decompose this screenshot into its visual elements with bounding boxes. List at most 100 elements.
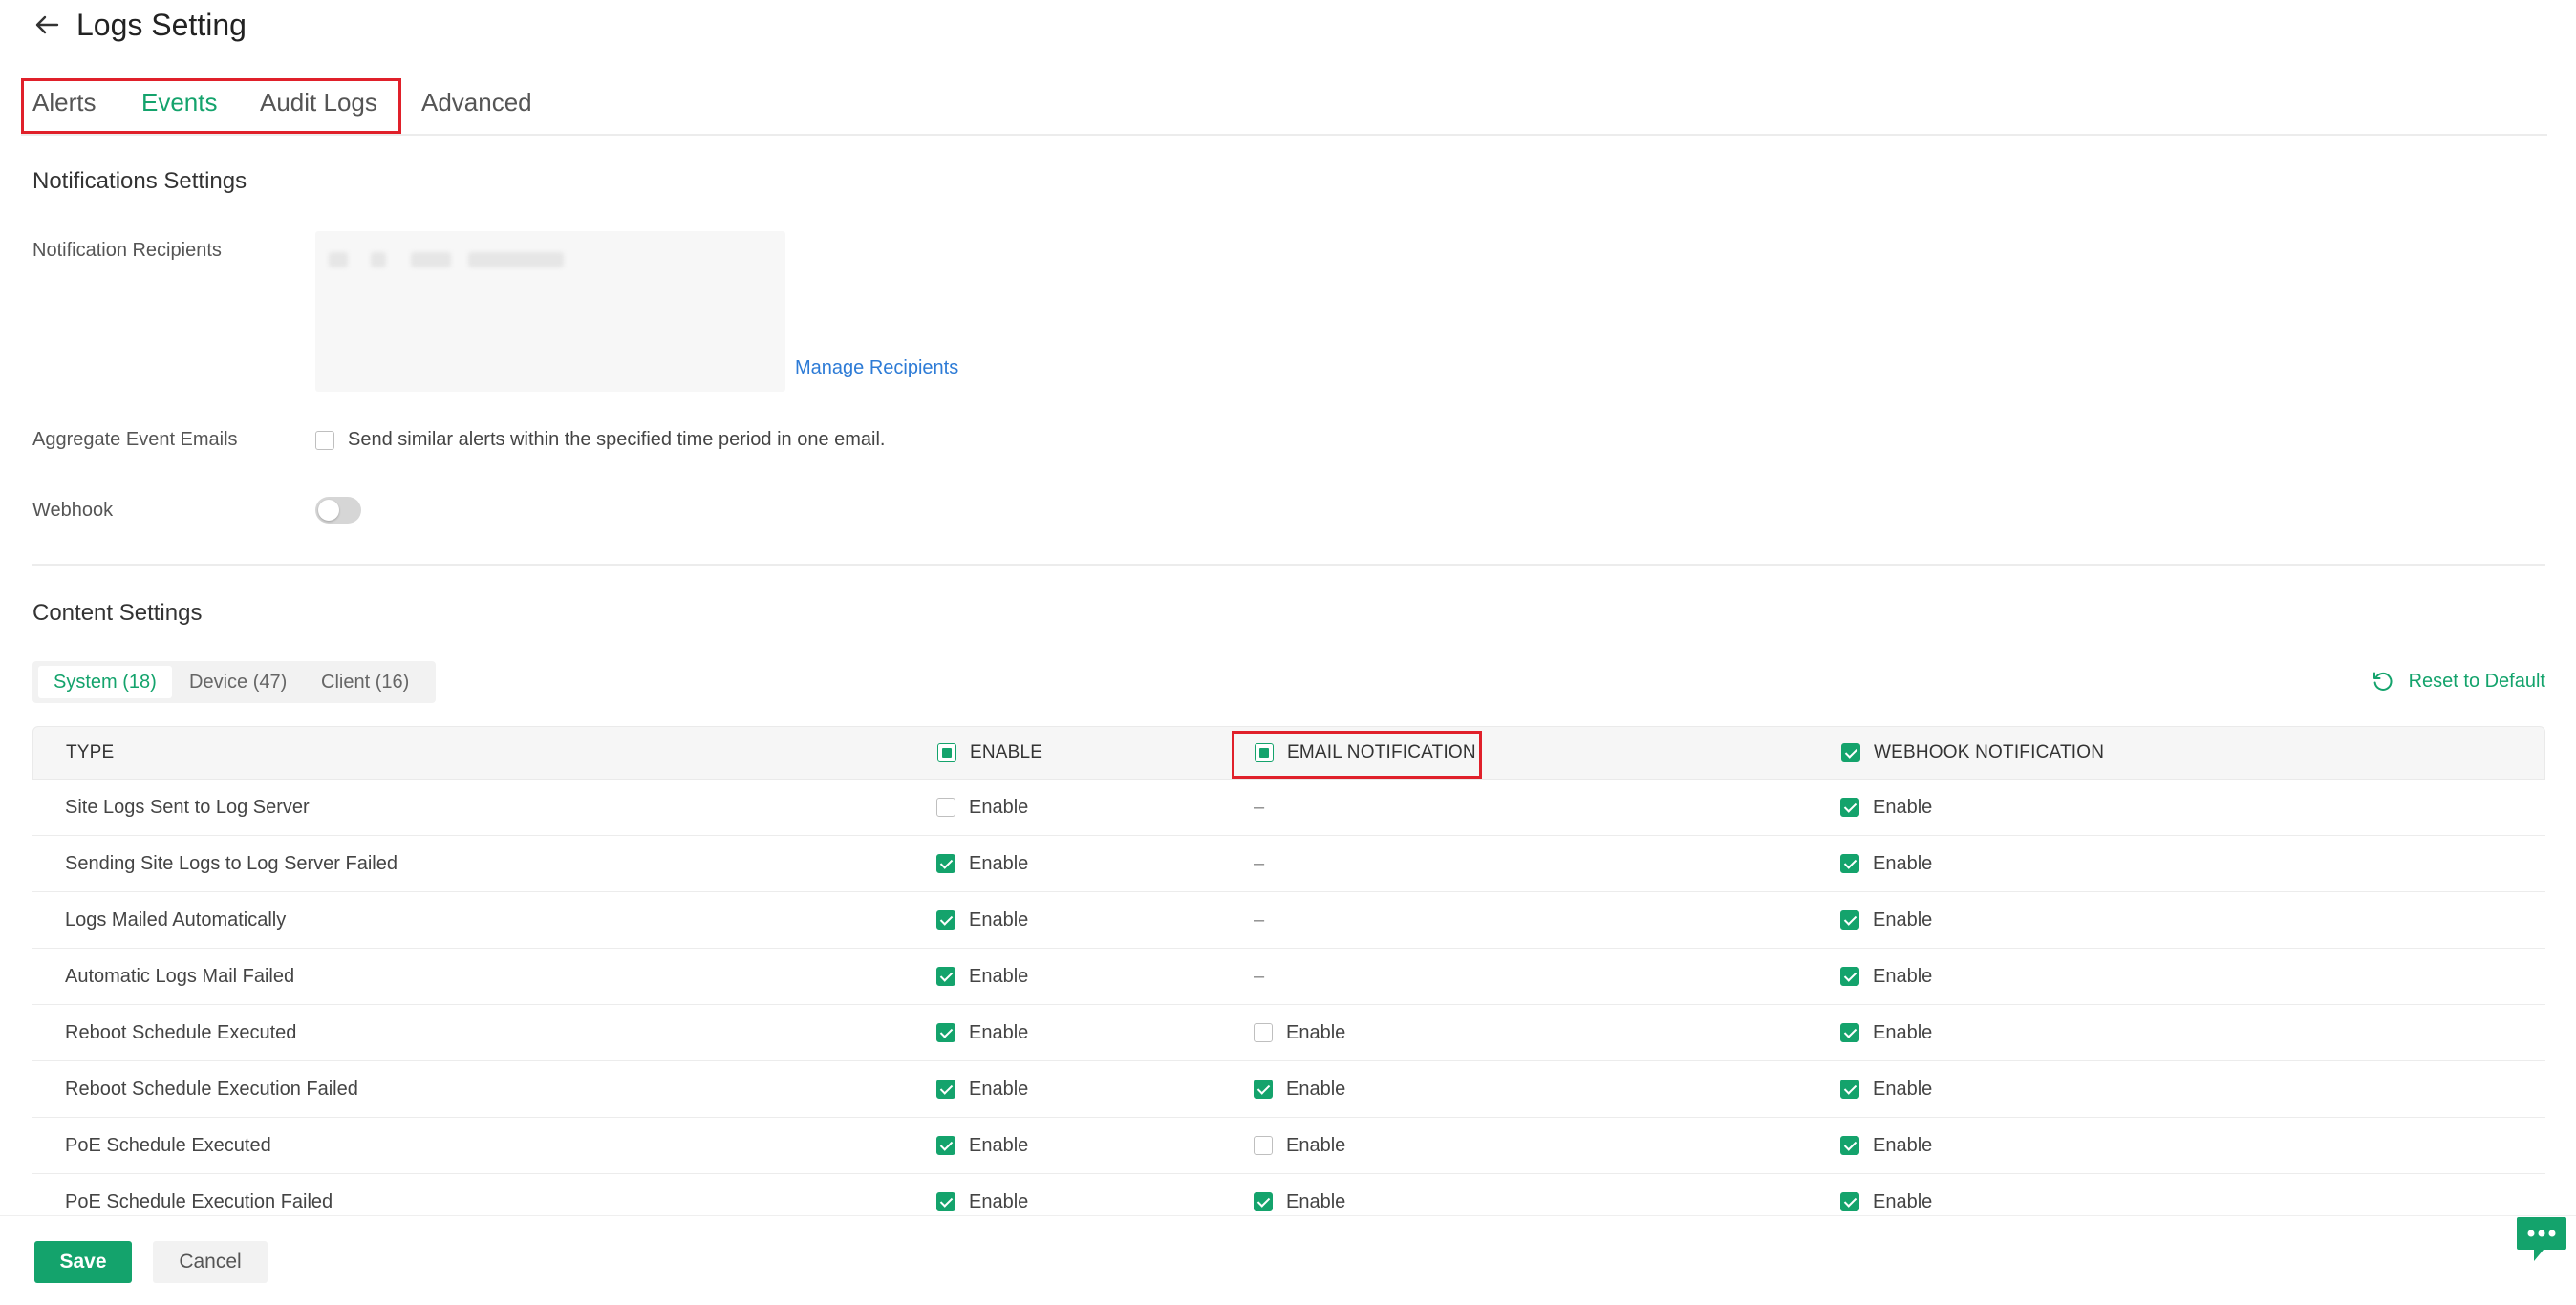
row-webhook-checkbox[interactable] [1840, 1023, 1859, 1042]
table-row: Sending Site Logs to Log Server Failed En… [32, 836, 2545, 892]
enable-label: Enable [1873, 1078, 1933, 1100]
table-row: Automatic Logs Mail Failed Enable – Enable [32, 949, 2545, 1005]
not-applicable-dash: – [1254, 965, 1265, 987]
row-email-cell: Enable [1254, 1005, 1345, 1060]
row-webhook-checkbox[interactable] [1840, 910, 1859, 930]
row-webhook-checkbox[interactable] [1840, 798, 1859, 817]
save-button[interactable]: Save [34, 1241, 132, 1283]
subtab-system[interactable]: System (18) [38, 666, 172, 698]
row-webhook-cell: Enable [1840, 892, 1932, 948]
header-type: TYPE [66, 742, 115, 762]
row-email-checkbox[interactable] [1254, 1136, 1273, 1155]
page-header: Logs Setting [32, 0, 247, 50]
header-webhook-label: WEBHOOK NOTIFICATION [1874, 742, 2105, 762]
redacted-recipient [468, 252, 564, 267]
header-webhook-notification: WEBHOOK NOTIFICATION [1841, 727, 2104, 779]
row-type: Sending Site Logs to Log Server Failed [65, 852, 397, 874]
enable-label: Enable [969, 1021, 1029, 1043]
tab-alerts[interactable]: Alerts [32, 88, 96, 118]
row-enable-checkbox[interactable] [936, 910, 955, 930]
row-webhook-checkbox[interactable] [1840, 1136, 1859, 1155]
row-webhook-checkbox[interactable] [1840, 854, 1859, 873]
arrow-left-icon[interactable] [32, 9, 65, 41]
redacted-recipient [371, 252, 386, 267]
row-email-checkbox[interactable] [1254, 1023, 1273, 1042]
enable-label: Enable [969, 1190, 1029, 1212]
row-email-checkbox[interactable] [1254, 1080, 1273, 1099]
table-row: Logs Mailed Automatically Enable – Enable [32, 892, 2545, 949]
notification-recipients-box [315, 231, 785, 392]
row-webhook-cell: Enable [1840, 949, 1932, 1004]
footer-bar: Save Cancel [0, 1215, 2576, 1305]
redacted-recipient [411, 252, 451, 267]
row-enable-cell: Enable [936, 1118, 1028, 1173]
enable-all-checkbox[interactable] [937, 743, 956, 762]
notifications-settings-title: Notifications Settings [32, 168, 247, 194]
row-webhook-checkbox[interactable] [1840, 967, 1859, 986]
tab-advanced[interactable]: Advanced [421, 88, 532, 118]
aggregate-emails-checkbox[interactable] [315, 431, 334, 450]
section-divider [32, 564, 2545, 566]
row-type: Automatic Logs Mail Failed [65, 965, 295, 987]
enable-label: Enable [1873, 1134, 1933, 1156]
row-type: Site Logs Sent to Log Server [65, 796, 310, 818]
not-applicable-dash: – [1254, 909, 1265, 931]
enable-label: Enable [969, 852, 1029, 874]
subtab-client[interactable]: Client (16) [306, 666, 424, 698]
cancel-button[interactable]: Cancel [153, 1241, 268, 1283]
row-enable-checkbox[interactable] [936, 1136, 955, 1155]
row-email-cell: – [1254, 892, 1264, 948]
webhook-all-checkbox[interactable] [1841, 743, 1860, 762]
enable-label: Enable [969, 1134, 1029, 1156]
events-table: TYPE ENABLE EMAIL NOTIFICATION WEBHOOK N… [32, 726, 2545, 1230]
row-enable-cell: Enable [936, 892, 1028, 948]
enable-label: Enable [969, 796, 1029, 818]
row-webhook-cell: Enable [1840, 780, 1932, 835]
row-webhook-cell: Enable [1840, 1061, 1932, 1117]
row-webhook-cell: Enable [1840, 1118, 1932, 1173]
row-enable-checkbox[interactable] [936, 1023, 955, 1042]
row-enable-checkbox[interactable] [936, 1192, 955, 1211]
manage-recipients-link[interactable]: Manage Recipients [795, 357, 958, 379]
row-email-checkbox[interactable] [1254, 1192, 1273, 1211]
header-email-label: EMAIL NOTIFICATION [1287, 742, 1476, 762]
subtab-device[interactable]: Device (47) [174, 666, 302, 698]
aggregate-emails-text: Send similar alerts within the specified… [348, 429, 886, 450]
webhook-toggle[interactable] [315, 497, 361, 524]
row-enable-cell: Enable [936, 949, 1028, 1004]
enable-label: Enable [969, 965, 1029, 987]
enable-label: Enable [1873, 852, 1933, 874]
table-body: Site Logs Sent to Log Server Enable – Enabl… [32, 780, 2545, 1230]
row-webhook-checkbox[interactable] [1840, 1192, 1859, 1211]
enable-label: Enable [1286, 1078, 1346, 1100]
row-enable-checkbox[interactable] [936, 1080, 955, 1099]
row-webhook-cell: Enable [1840, 836, 1932, 891]
row-email-cell: – [1254, 780, 1264, 835]
enable-label: Enable [1286, 1190, 1346, 1212]
enable-label: Enable [1873, 965, 1933, 987]
row-webhook-cell: Enable [1840, 1005, 1932, 1060]
table-header: TYPE ENABLE EMAIL NOTIFICATION WEBHOOK N… [32, 726, 2545, 780]
row-webhook-checkbox[interactable] [1840, 1080, 1859, 1099]
enable-label: Enable [1286, 1134, 1346, 1156]
table-row: Reboot Schedule Executed Enable Enable Enab… [32, 1005, 2545, 1061]
reset-to-default-label: Reset to Default [2408, 670, 2545, 692]
content-settings-title: Content Settings [32, 600, 203, 626]
table-row: PoE Schedule Executed Enable Enable Enable [32, 1118, 2545, 1174]
content-sub-tabs: System (18) Device (47) Client (16) [32, 661, 436, 703]
enable-label: Enable [1873, 909, 1933, 931]
row-enable-cell: Enable [936, 836, 1028, 891]
tab-audit-logs[interactable]: Audit Logs [260, 88, 377, 118]
reset-to-default-button[interactable]: Reset to Default [2371, 669, 2545, 694]
row-type: Reboot Schedule Executed [65, 1021, 297, 1043]
row-enable-checkbox[interactable] [936, 967, 955, 986]
header-email-notification: EMAIL NOTIFICATION [1255, 727, 1476, 779]
toggle-knob [318, 500, 339, 521]
table-row: Site Logs Sent to Log Server Enable – Enabl… [32, 780, 2545, 836]
email-all-checkbox[interactable] [1255, 743, 1274, 762]
chat-icon[interactable] [2515, 1211, 2568, 1265]
row-enable-checkbox[interactable] [936, 854, 955, 873]
tab-events[interactable]: Events [141, 88, 218, 118]
enable-label: Enable [969, 1078, 1029, 1100]
row-enable-checkbox[interactable] [936, 798, 955, 817]
